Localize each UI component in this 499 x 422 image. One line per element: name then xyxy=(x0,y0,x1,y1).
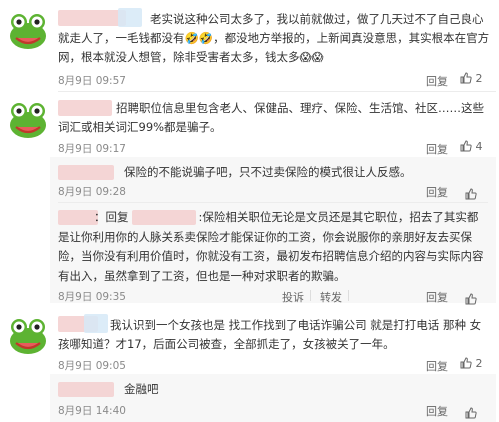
comment-date: 8月9日 09:05 xyxy=(58,360,126,372)
comment-divider xyxy=(58,91,496,92)
reply-button[interactable]: 回复 xyxy=(426,184,448,200)
like-button[interactable]: 2 xyxy=(460,72,483,85)
comment-date: 8月9日 09:57 xyxy=(58,75,126,87)
comment-text: 老实说这种公司太多了，我以前就做过，做了几天过不了自己良心就走人了，一毛钱都没有… xyxy=(58,10,490,67)
reply-button[interactable]: 回复 xyxy=(426,289,448,305)
reply-date: 8月9日 09:28 xyxy=(58,186,126,198)
comment-date: 8月9日 09:17 xyxy=(58,143,126,155)
report-button[interactable]: 投诉 xyxy=(282,289,304,305)
frog-avatar-icon xyxy=(10,103,46,138)
reply-date: 8月9日 14:40 xyxy=(58,405,126,417)
reply-divider xyxy=(58,202,488,203)
reply-button[interactable]: 回复 xyxy=(426,141,448,157)
reply-prefix: ：回复 xyxy=(94,210,129,224)
like-count: 2 xyxy=(475,72,483,85)
like-count: 4 xyxy=(475,140,483,153)
like-button[interactable] xyxy=(465,288,477,307)
reply-button[interactable]: 回复 xyxy=(426,403,448,419)
action-separator xyxy=(348,290,349,301)
like-button[interactable]: 4 xyxy=(460,140,483,153)
redacted-username xyxy=(58,165,114,180)
reply-body: 保险的不能说骗子吧，只不过卖保险的模式很让人反感。 xyxy=(124,165,412,179)
reply-date: 8月9日 09:35 xyxy=(58,291,126,303)
reply-text: ：回复:保险相关职位无论是文员还是其它职位，招去了其实都是让你利用你的人脉关系卖… xyxy=(58,208,488,286)
thumbs-up-icon xyxy=(460,140,472,152)
thumbs-up-icon xyxy=(465,407,477,419)
like-count: 2 xyxy=(475,357,483,370)
comment-body: 老实说这种公司太多了，我以前就做过，做了几天过不了自己良心就走人了，一毛钱都没有… xyxy=(58,12,490,64)
thumbs-up-icon xyxy=(460,357,472,369)
like-button[interactable] xyxy=(465,402,477,421)
frog-avatar-icon xyxy=(10,319,46,354)
like-button[interactable] xyxy=(465,183,477,202)
avatar-frog[interactable] xyxy=(6,97,50,145)
share-button[interactable]: 转发 xyxy=(320,289,342,305)
reply-body: 金融吧 xyxy=(124,382,159,396)
comment-text: 招聘职位信息里包含老人、保健品、理疗、保险、生活馆、社区……这些词汇或相关词汇9… xyxy=(58,99,490,137)
reply-text: 保险的不能说骗子吧，只不过卖保险的模式很让人反感。 xyxy=(124,163,490,182)
thumbs-up-icon xyxy=(460,72,472,84)
comment-text: 我认识到一个女孩也是 找工作找到了电话诈骗公司 就是打打电话 那种 女孩哪知道？… xyxy=(58,316,490,354)
reply-text: 金融吧 xyxy=(124,380,324,399)
thumbs-up-icon xyxy=(465,293,477,305)
avatar-frog[interactable] xyxy=(6,8,50,56)
comment-body: 我认识到一个女孩也是 找工作找到了电话诈骗公司 就是打打电话 那种 女孩哪知道？… xyxy=(58,318,482,351)
reply-button[interactable]: 回复 xyxy=(426,358,448,374)
avatar-frog[interactable] xyxy=(6,313,50,361)
action-separator xyxy=(310,290,311,301)
like-button[interactable]: 2 xyxy=(460,357,483,370)
redacted-username xyxy=(58,382,114,397)
thumbs-up-icon xyxy=(465,188,477,200)
frog-avatar-icon xyxy=(10,14,46,49)
comment-body: 招聘职位信息里包含老人、保健品、理疗、保险、生活馆、社区……这些词汇或相关词汇9… xyxy=(58,101,484,134)
reply-button[interactable]: 回复 xyxy=(426,73,448,89)
